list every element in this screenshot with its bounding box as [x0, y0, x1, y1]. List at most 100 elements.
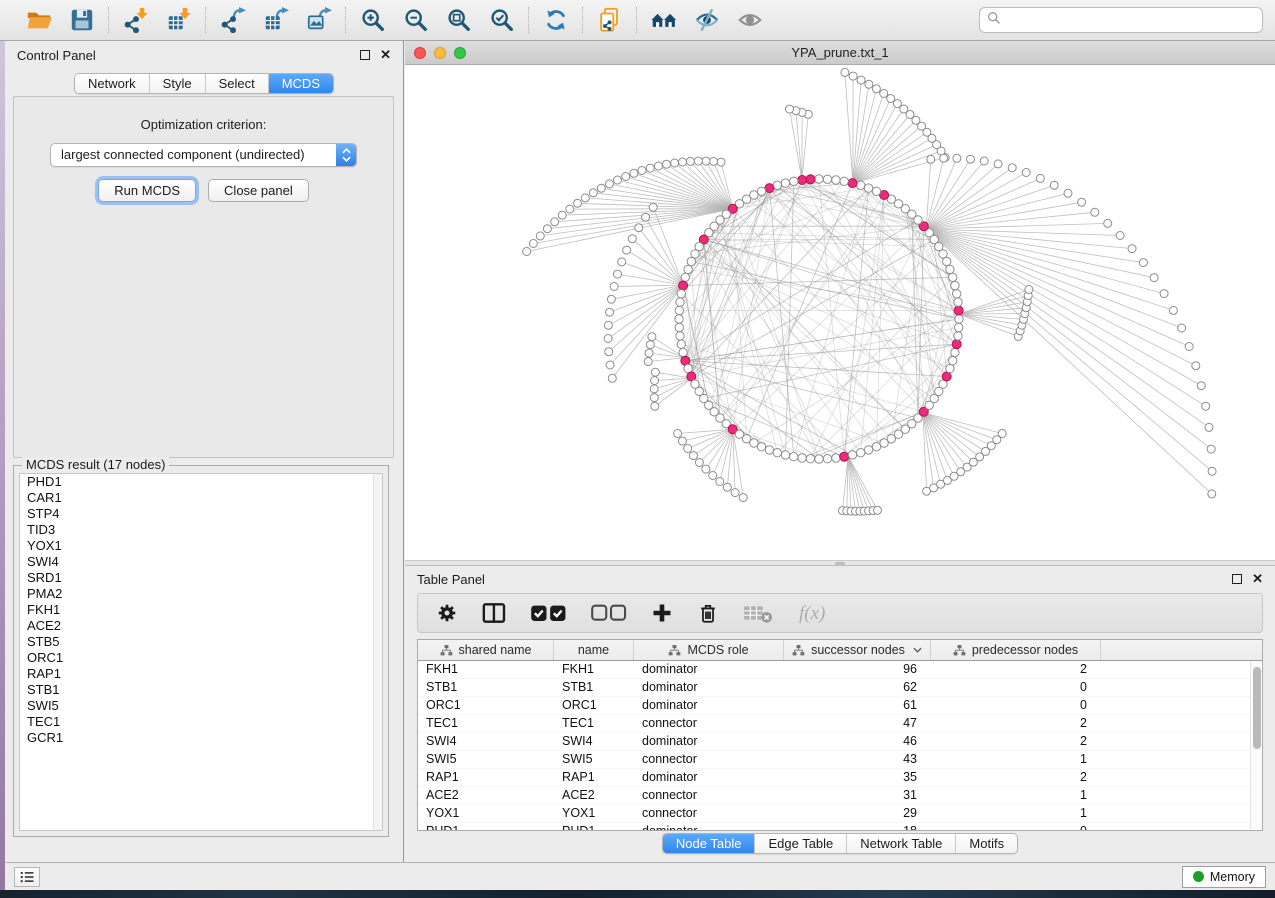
table-cell: 2	[931, 715, 1101, 732]
tab-style[interactable]: Style	[150, 74, 206, 93]
table-cell: 35	[784, 769, 931, 786]
table-cell: 96	[784, 661, 931, 678]
settings-gear-icon[interactable]	[436, 600, 458, 626]
network-view-window: YPA_prune.txt_1	[405, 41, 1275, 560]
table-cell: FKH1	[554, 661, 634, 678]
column-header-predecessor-nodes[interactable]: predecessor nodes	[931, 640, 1101, 660]
mcds-result-item[interactable]: PMA2	[20, 586, 382, 602]
mcds-result-item[interactable]: GCR1	[20, 730, 382, 746]
table-row[interactable]: FKH1FKH1dominator962	[418, 661, 1262, 679]
mcds-result-item[interactable]: ACE2	[20, 618, 382, 634]
table-row[interactable]: TEC1TEC1connector472	[418, 715, 1262, 733]
select-all-rows-icon[interactable]	[530, 600, 567, 626]
mcds-result-item[interactable]: CAR1	[20, 490, 382, 506]
network-graph[interactable]	[405, 65, 1275, 560]
table-row[interactable]: ORC1ORC1dominator610	[418, 697, 1262, 715]
show-all-icon[interactable]	[736, 7, 763, 34]
search-input[interactable]	[1006, 9, 1255, 31]
tab-select[interactable]: Select	[206, 74, 269, 93]
control-panel-tabs: NetworkStyleSelectMCDS	[74, 73, 334, 94]
table-row[interactable]: YOX1YOX1connector291	[418, 805, 1262, 823]
close-panel-icon[interactable]: ✕	[380, 50, 391, 60]
tab-motifs[interactable]: Motifs	[956, 834, 1017, 853]
table-cell: ORC1	[554, 697, 634, 714]
zoom-in-icon[interactable]	[359, 7, 386, 34]
mcds-result-item[interactable]: STP4	[20, 506, 382, 522]
deselect-all-rows-icon[interactable]	[590, 600, 627, 626]
network-view-title: YPA_prune.txt_1	[405, 45, 1275, 60]
memory-button[interactable]: Memory	[1182, 866, 1266, 888]
table-cell: 1	[931, 787, 1101, 804]
table-cell: 1	[931, 751, 1101, 768]
table-row[interactable]: SWI5SWI5connector431	[418, 751, 1262, 769]
list-scrollbar[interactable]	[373, 474, 382, 830]
mcds-result-item[interactable]: FKH1	[20, 602, 382, 618]
run-mcds-button[interactable]: Run MCDS	[98, 179, 196, 202]
delete-selected-icon[interactable]	[697, 600, 719, 626]
task-history-button[interactable]	[14, 867, 40, 887]
column-header-shared-name[interactable]: shared name	[418, 640, 554, 660]
tab-node-table[interactable]: Node Table	[663, 834, 756, 853]
zoom-out-icon[interactable]	[402, 7, 429, 34]
mcds-result-item[interactable]: SWI5	[20, 698, 382, 714]
mcds-result-item[interactable]: RAP1	[20, 666, 382, 682]
open-file-icon[interactable]	[25, 7, 52, 34]
mcds-result-list[interactable]: PHD1CAR1STP4TID3YOX1SWI4SRD1PMA2FKH1ACE2…	[19, 473, 383, 831]
table-row[interactable]: RAP1RAP1dominator352	[418, 769, 1262, 787]
column-header-successor-nodes[interactable]: successor nodes	[784, 640, 931, 660]
export-image-icon[interactable]	[305, 7, 332, 34]
network-view-titlebar[interactable]: YPA_prune.txt_1	[405, 41, 1275, 65]
add-column-icon[interactable]	[651, 600, 673, 626]
scrollbar-thumb[interactable]	[1253, 667, 1261, 749]
close-panel-button[interactable]: Close panel	[208, 179, 309, 202]
tab-mcds[interactable]: MCDS	[269, 74, 333, 93]
optimization-criterion-select[interactable]: largest connected component (undirected)	[50, 143, 357, 167]
table-cell: RAP1	[554, 769, 634, 786]
tab-edge-table[interactable]: Edge Table	[755, 834, 847, 853]
toolbar-icon-groups	[12, 7, 776, 34]
import-network-from-file-icon[interactable]	[122, 7, 149, 34]
tab-network[interactable]: Network	[75, 74, 150, 93]
export-network-icon[interactable]	[219, 7, 246, 34]
export-table-icon[interactable]	[262, 7, 289, 34]
search-box[interactable]	[979, 7, 1263, 33]
mcds-result-item[interactable]: YOX1	[20, 538, 382, 554]
split-table-view-icon[interactable]	[482, 600, 506, 626]
table-cell: dominator	[634, 679, 784, 696]
optimization-criterion-label: Optimization criterion:	[14, 117, 393, 132]
mcds-result-item[interactable]: SWI4	[20, 554, 382, 570]
network-canvas[interactable]	[405, 65, 1275, 560]
import-table-from-file-icon[interactable]	[165, 7, 192, 34]
table-scrollbar[interactable]	[1250, 661, 1262, 830]
mcds-result-item[interactable]: PHD1	[20, 474, 382, 490]
table-row[interactable]: PHD1PHD1dominator180	[418, 823, 1262, 831]
save-session-icon[interactable]	[68, 7, 95, 34]
table-cell: connector	[634, 787, 784, 804]
table-row[interactable]: SWI4SWI4dominator462	[418, 733, 1262, 751]
zoom-fit-icon[interactable]	[445, 7, 472, 34]
mcds-result-item[interactable]: TID3	[20, 522, 382, 538]
table-row[interactable]: STB1STB1dominator620	[418, 679, 1262, 697]
zoom-selected-icon[interactable]	[488, 7, 515, 34]
mcds-result-item[interactable]: SRD1	[20, 570, 382, 586]
table-cell: connector	[634, 715, 784, 732]
tab-network-table[interactable]: Network Table	[847, 834, 956, 853]
mcds-result-item[interactable]: TEC1	[20, 714, 382, 730]
mcds-tab-content: Optimization criterion: largest connecte…	[13, 96, 394, 458]
mcds-result-item[interactable]: STB5	[20, 634, 382, 650]
horizontal-splitter[interactable]	[405, 560, 1275, 566]
table-row[interactable]: ACE2ACE2connector311	[418, 787, 1262, 805]
column-header-MCDS-role[interactable]: MCDS role	[634, 640, 784, 660]
float-table-panel-icon[interactable]	[1232, 574, 1242, 584]
refresh-view-icon[interactable]	[542, 7, 569, 34]
new-network-from-selection-icon[interactable]	[596, 7, 623, 34]
mcds-result-item[interactable]: ORC1	[20, 650, 382, 666]
column-header-name[interactable]: name	[554, 640, 634, 660]
first-neighbors-icon[interactable]	[650, 7, 677, 34]
hide-selected-icon[interactable]	[693, 7, 720, 34]
table-cell: 2	[931, 661, 1101, 678]
close-table-panel-icon[interactable]: ✕	[1252, 574, 1263, 584]
float-panel-icon[interactable]	[360, 50, 370, 60]
mcds-result-item[interactable]: STB1	[20, 682, 382, 698]
node-table: shared namenameMCDS rolesuccessor nodesp…	[417, 639, 1263, 831]
